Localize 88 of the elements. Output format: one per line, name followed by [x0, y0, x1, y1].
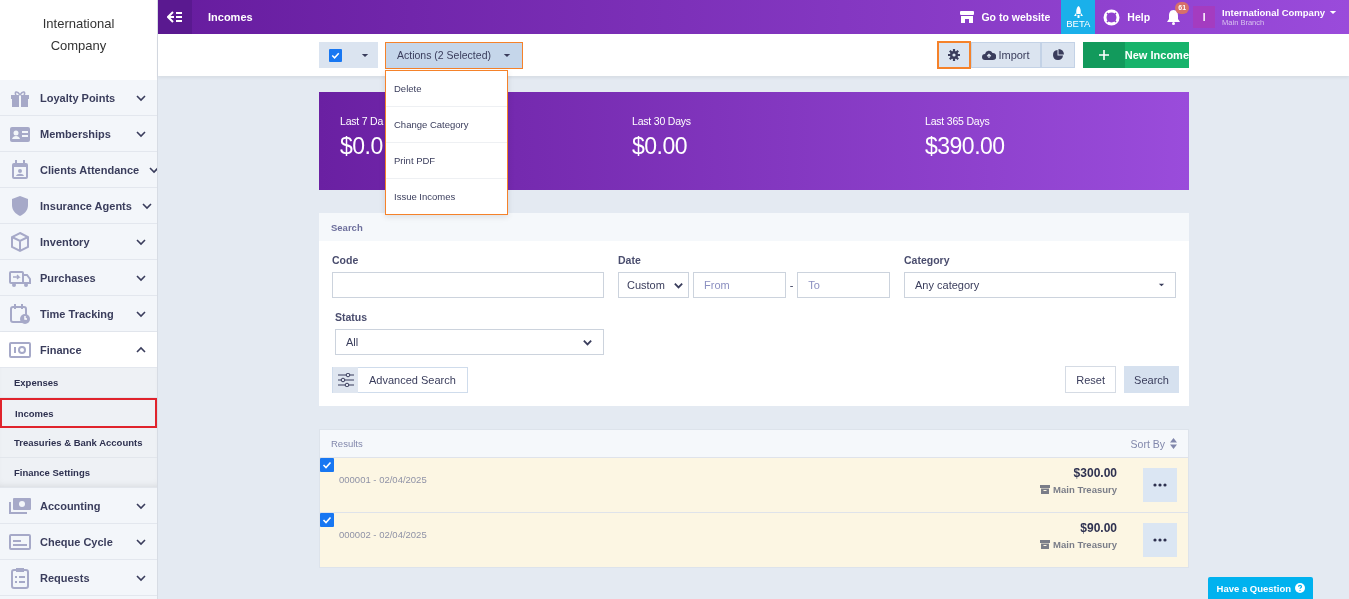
avatar: I — [1193, 6, 1216, 28]
sidebar-item[interactable]: Loyalty Points — [0, 80, 157, 116]
advanced-search-button[interactable]: Advanced Search — [332, 366, 468, 393]
settings-button[interactable] — [937, 41, 971, 69]
treasury-name: Main Treasury — [1053, 483, 1117, 495]
sidebar-item[interactable]: Finance — [0, 332, 157, 368]
back-arrow-icon — [167, 11, 183, 23]
plus-icon — [1098, 50, 1109, 60]
status-select[interactable]: All — [335, 329, 604, 355]
input-field[interactable] — [332, 272, 604, 298]
select-all-button[interactable] — [319, 42, 378, 68]
result-row[interactable]: 000001 - 02/04/2025 $300.00 Main Treasury — [320, 457, 1188, 512]
lifebuoy-icon — [1103, 8, 1121, 26]
archive-icon — [1040, 539, 1051, 549]
settings-icon — [948, 49, 960, 61]
help-link[interactable]: Help — [1127, 11, 1151, 23]
panel-title: Search — [319, 213, 1189, 241]
checkbox[interactable] — [329, 48, 342, 62]
caret-icon — [1158, 283, 1165, 287]
sidebar-item[interactable]: Memberships — [0, 116, 157, 152]
search-button[interactable]: Search — [1124, 366, 1179, 393]
sidebar-item[interactable]: Accounting — [0, 488, 157, 524]
field-label: Code — [332, 254, 360, 266]
treasury-name: Main Treasury — [1053, 538, 1117, 550]
stat-label: Last 7 Da — [340, 115, 384, 127]
archive-icon — [1040, 484, 1051, 494]
category-select[interactable]: Any category — [904, 272, 1176, 298]
question-icon — [1295, 583, 1305, 593]
result-row[interactable]: 000002 - 02/04/2025 $90.00 Main Treasury — [320, 512, 1188, 567]
pie-chart-icon — [1052, 49, 1064, 61]
sidebar-item[interactable]: Clients Attendance — [0, 152, 157, 188]
stat-value: $0.0 — [340, 133, 383, 160]
chart-button[interactable] — [1041, 42, 1075, 68]
field-label: Date — [618, 254, 642, 266]
caret-icon — [502, 52, 511, 58]
more-icon — [1153, 538, 1167, 542]
sidebar-item[interactable]: Insurance Agents — [0, 188, 157, 224]
stat-label: Last 30 Days — [632, 115, 691, 127]
clipboard-icon — [9, 566, 31, 589]
back-button[interactable] — [158, 0, 192, 34]
sidebar-item[interactable]: Cheque Cycle — [0, 524, 157, 560]
company-name: International Company — [41, 15, 116, 55]
more-button[interactable] — [1143, 468, 1177, 502]
more-button[interactable] — [1143, 523, 1177, 557]
menu-item[interactable]: Change Category — [386, 106, 507, 143]
stat-value: $0.00 — [632, 133, 688, 160]
stat-label: Last 365 Days — [925, 115, 990, 127]
checkbox[interactable] — [320, 458, 334, 472]
import-button[interactable]: Import — [971, 42, 1041, 68]
actions-button[interactable]: Actions (2 Selected) — [385, 41, 523, 69]
amount: $300.00 — [1073, 465, 1117, 480]
income-code-date: 000001 - 02/04/2025 — [338, 473, 428, 485]
menu-item[interactable]: Delete — [386, 70, 507, 107]
income-code-date: 000002 - 02/04/2025 — [338, 528, 428, 540]
shield-icon — [9, 194, 31, 217]
submenu-item[interactable]: Treasuries & Bank Accounts — [0, 428, 157, 458]
sort-icon[interactable] — [1170, 438, 1177, 449]
sidebar-item[interactable]: Requests — [0, 560, 157, 596]
stat-value: $390.00 — [925, 133, 1005, 160]
cloud-upload-icon — [982, 50, 997, 60]
store-icon — [960, 11, 975, 23]
more-icon — [1153, 483, 1167, 487]
submenu-item[interactable]: Expenses — [0, 368, 157, 398]
submenu-item[interactable]: Finance Settings — [0, 458, 157, 488]
field-label: Status — [335, 311, 369, 323]
sidebar-item[interactable]: Purchases — [0, 260, 157, 296]
rocket-icon — [1073, 5, 1083, 18]
date-mode-select[interactable]: Custom — [618, 272, 689, 298]
results-title: Results — [331, 438, 363, 449]
caret-icon — [361, 52, 369, 58]
sliders-icon — [337, 372, 354, 387]
checkbox[interactable] — [320, 513, 334, 527]
bell-icon[interactable] — [1166, 9, 1182, 25]
box-icon — [9, 230, 31, 253]
menu-item[interactable]: Issue Incomes — [386, 178, 507, 214]
reset-button[interactable]: Reset — [1065, 366, 1116, 393]
range-separator: - — [789, 279, 794, 291]
calendar-icon — [9, 158, 31, 181]
website-link[interactable]: Go to website — [981, 11, 1051, 23]
sidebar-item[interactable]: Inventory — [0, 224, 157, 260]
account-name[interactable]: International Company — [1222, 7, 1325, 18]
amount: $90.00 — [1080, 520, 1117, 535]
page-title: Incomes — [208, 11, 253, 23]
submenu-item[interactable]: Incomes — [0, 398, 157, 428]
menu-item[interactable]: Print PDF — [386, 142, 507, 179]
caret-icon — [1329, 10, 1337, 15]
calendar-clock-icon — [9, 302, 31, 325]
field-label: Category — [904, 254, 951, 266]
